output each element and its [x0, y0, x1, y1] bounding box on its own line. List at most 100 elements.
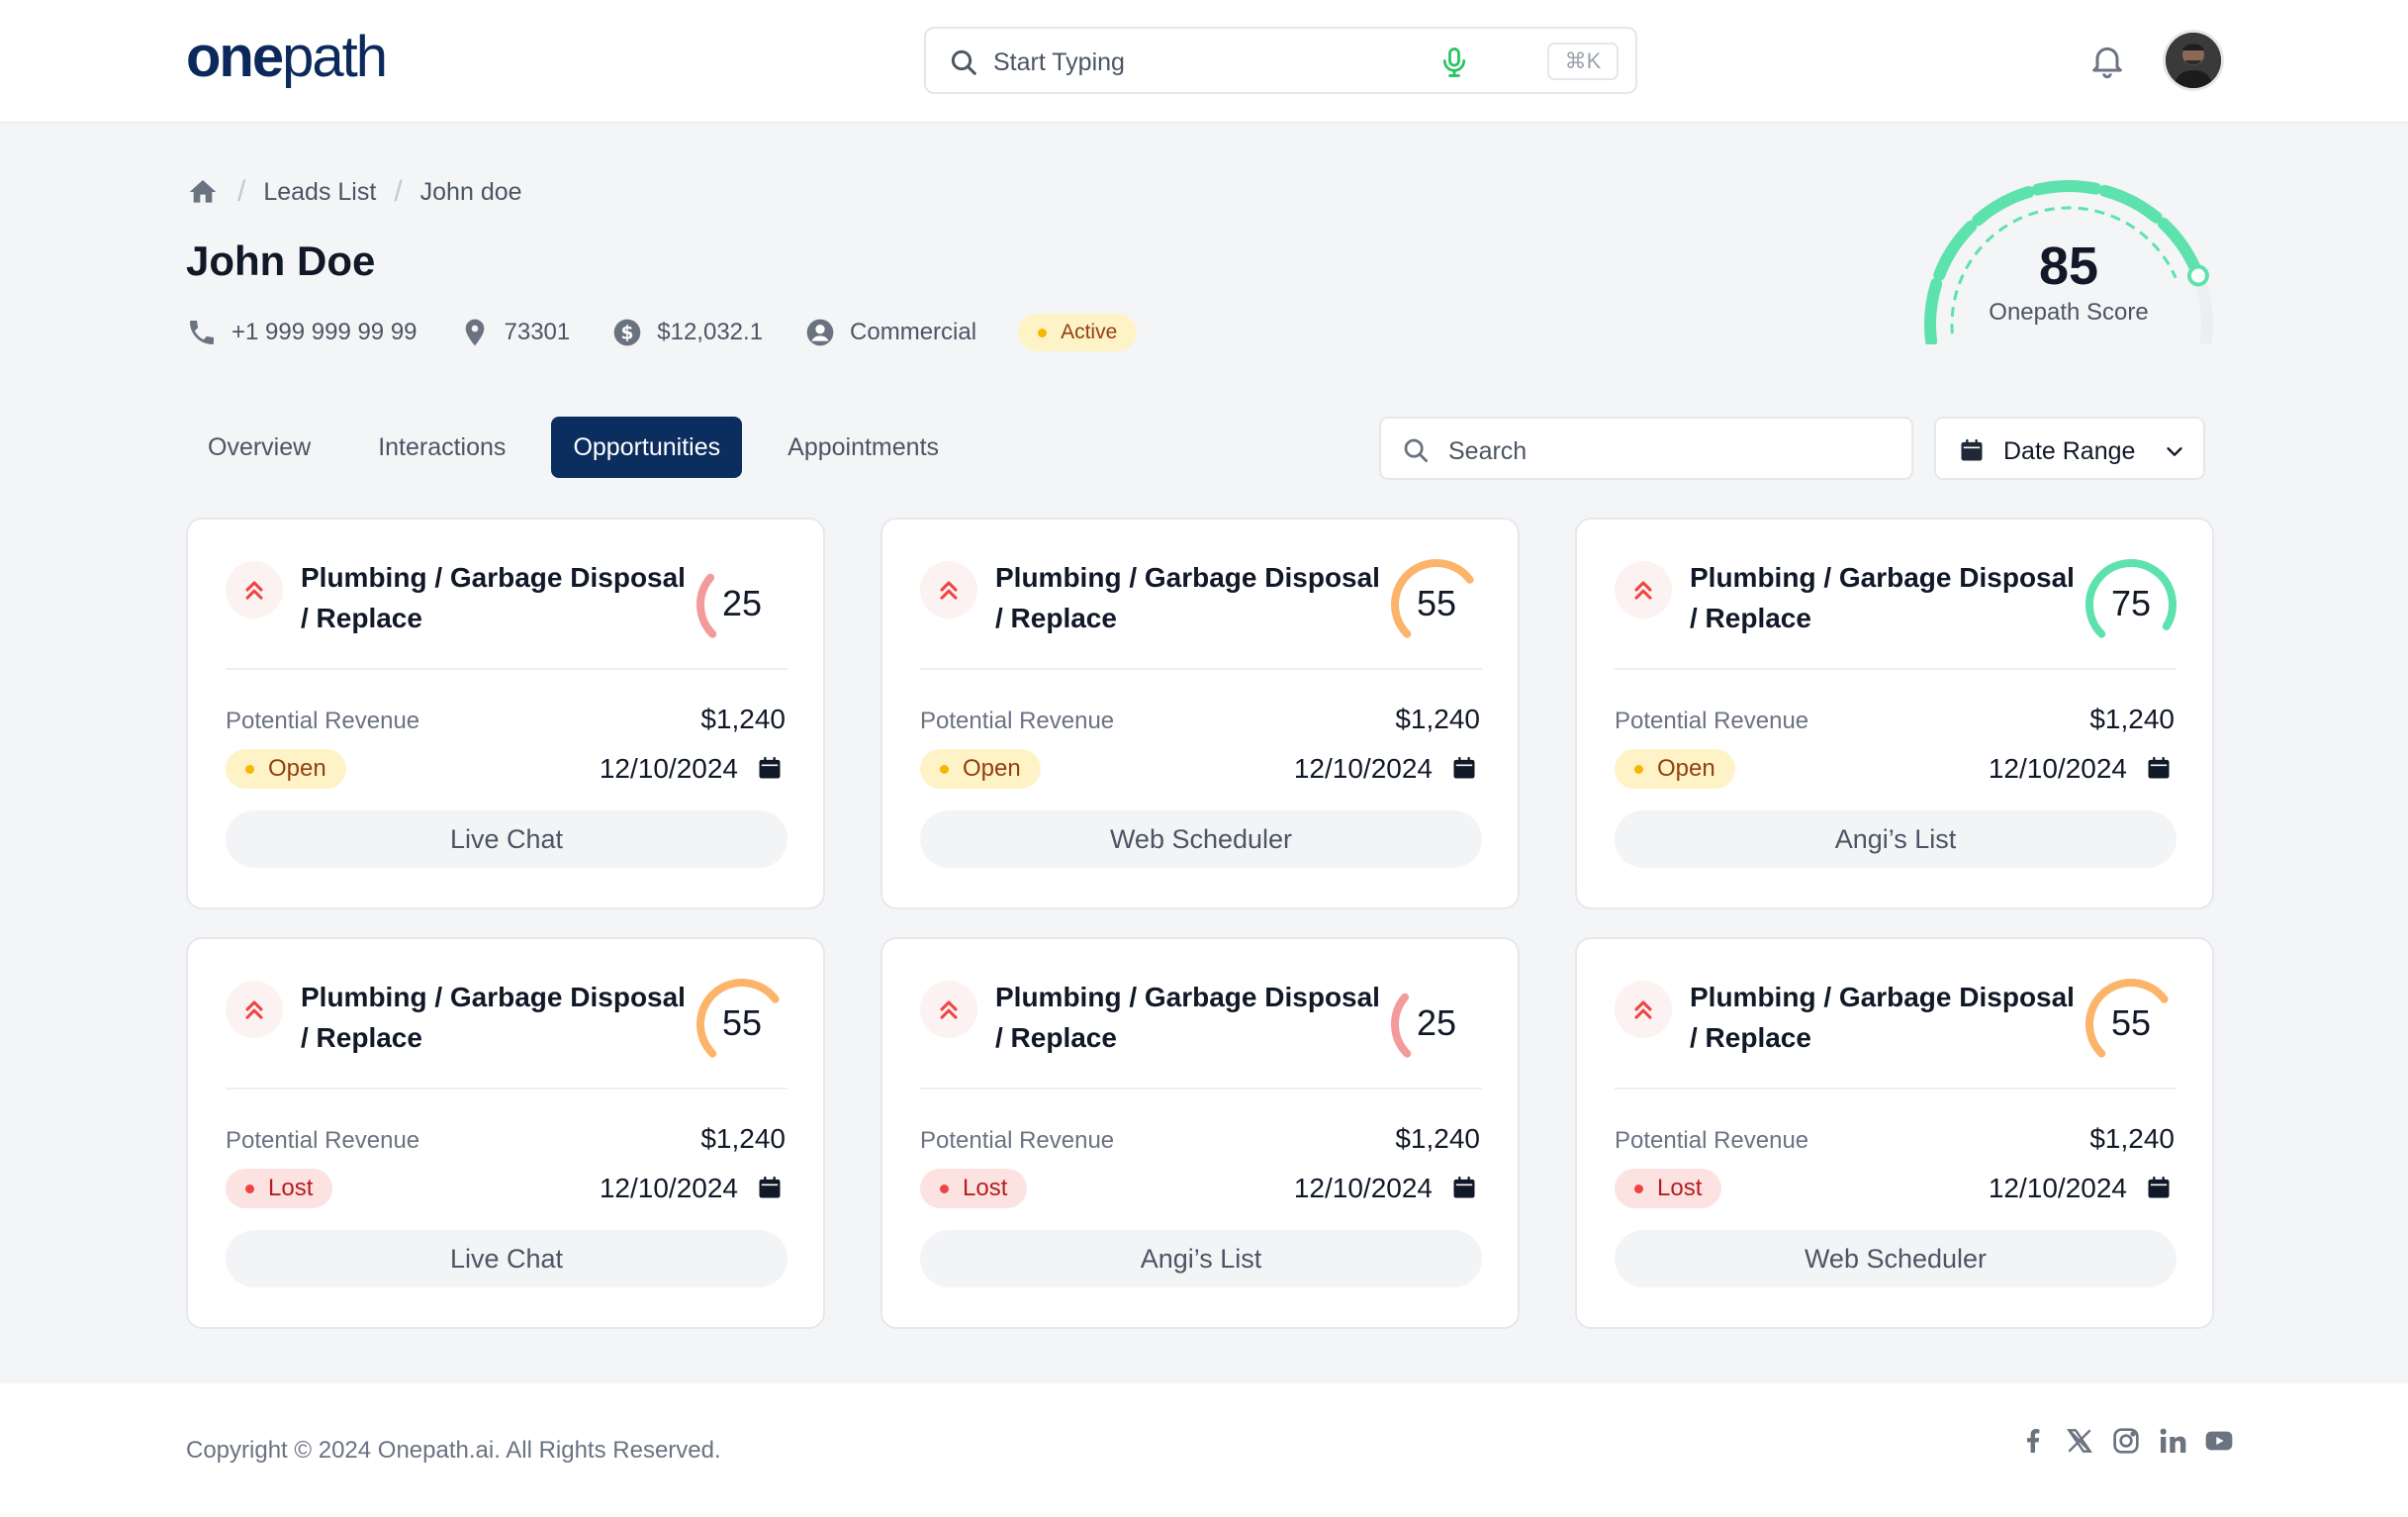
instagram-icon[interactable] — [2110, 1425, 2142, 1457]
opportunity-title: Plumbing / Garbage Disposal / Replace — [301, 562, 686, 633]
priority-high-icon — [245, 1000, 263, 1019]
shortcut-hint: ⌘K — [1547, 43, 1619, 80]
facebook-icon[interactable] — [2017, 1425, 2049, 1457]
tab-interactions[interactable]: Interactions — [356, 417, 527, 478]
user-avatar[interactable] — [2166, 33, 2221, 88]
potential-revenue-label: Potential Revenue — [226, 1127, 420, 1154]
opportunity-card[interactable]: Plumbing / Garbage Disposal / Replace 25… — [880, 937, 1520, 1329]
breadcrumb-separator: / — [237, 175, 246, 208]
opportunity-title: Plumbing / Garbage Disposal / Replace — [995, 982, 1380, 1053]
tab-overview[interactable]: Overview — [186, 417, 332, 478]
tab-appointments[interactable]: Appointments — [766, 417, 961, 478]
x-icon[interactable] — [2064, 1425, 2095, 1457]
logo-text-main: one — [186, 25, 284, 89]
priority-high-icon — [245, 581, 263, 600]
potential-revenue-value: $1,240 — [700, 1123, 786, 1154]
onepath-logo[interactable]: onepath — [186, 24, 388, 90]
opportunity-score-value: 55 — [721, 1002, 763, 1043]
priority-high-icon — [1634, 581, 1652, 600]
opportunity-search-placeholder: Search — [1448, 437, 1528, 465]
microphone-icon[interactable] — [1436, 45, 1472, 80]
card-divider — [920, 668, 1482, 670]
phone-icon — [190, 321, 214, 344]
opportunity-date: 12/10/2024 — [1988, 753, 2127, 784]
opportunity-status-badge: Open — [226, 749, 346, 789]
score-segment — [1972, 186, 2035, 227]
status-dot — [1634, 1184, 1643, 1193]
breadcrumb-current: John doe — [419, 177, 522, 206]
card-divider — [920, 1088, 1482, 1090]
status-dot — [1038, 328, 1048, 337]
lead-phone[interactable]: +1 999 999 99 99 — [186, 317, 417, 348]
potential-revenue-value: $1,240 — [2089, 704, 2175, 734]
priority-badge — [1615, 981, 1672, 1038]
breadcrumb-leads-list[interactable]: Leads List — [263, 178, 376, 207]
opportunity-title: Plumbing / Garbage Disposal / Replace — [301, 982, 686, 1053]
potential-revenue-label: Potential Revenue — [920, 708, 1115, 734]
breadcrumb-separator: / — [394, 175, 403, 208]
priority-badge — [1615, 561, 1672, 618]
opportunity-date: 12/10/2024 — [599, 753, 738, 784]
priority-high-icon — [940, 1000, 958, 1019]
potential-revenue-label: Potential Revenue — [1615, 708, 1809, 734]
opportunity-card[interactable]: Plumbing / Garbage Disposal / Replace 55… — [880, 518, 1520, 909]
opportunity-score-value: 75 — [2110, 583, 2152, 623]
score-segment — [2098, 184, 2163, 224]
card-divider — [226, 1088, 787, 1090]
opportunity-status-text: Lost — [963, 1175, 1008, 1201]
notification-bell-icon[interactable] — [2087, 40, 2127, 81]
potential-revenue-label: Potential Revenue — [226, 708, 420, 734]
status-dot — [245, 764, 254, 774]
calendar-icon — [1961, 438, 1983, 461]
calendar-icon — [759, 756, 781, 779]
opportunity-status-text: Open — [963, 755, 1021, 782]
opportunity-date: 12/10/2024 — [1293, 1173, 1433, 1203]
opportunity-card[interactable]: Plumbing / Garbage Disposal / Replace 55… — [1575, 937, 2214, 1329]
opportunity-source-button[interactable]: Web Scheduler — [920, 810, 1482, 868]
opportunity-source-button[interactable]: Live Chat — [226, 810, 787, 868]
potential-revenue-value: $1,240 — [1395, 704, 1480, 734]
card-divider — [226, 668, 787, 670]
score-segment — [2031, 180, 2102, 196]
logo-text-accent: path — [282, 25, 388, 89]
lead-meta: +1 999 999 99 99 73301 $ $12,032.1 Comme… — [186, 313, 1138, 352]
status-dot — [245, 1184, 254, 1193]
potential-revenue-label: Potential Revenue — [1615, 1127, 1809, 1154]
opportunity-title: Plumbing / Garbage Disposal / Replace — [1690, 562, 2075, 633]
priority-badge — [920, 561, 977, 618]
global-search-input[interactable]: Start Typing ⌘K — [924, 27, 1637, 94]
lead-type-text: Commercial — [850, 319, 977, 345]
home-icon[interactable] — [186, 176, 220, 208]
social-links — [2002, 1425, 2235, 1457]
potential-revenue-label: Potential Revenue — [920, 1127, 1115, 1154]
lead-status-text: Active — [1061, 321, 1118, 343]
youtube-icon[interactable] — [2203, 1425, 2235, 1457]
opportunity-source-button[interactable]: Angi’s List — [920, 1230, 1482, 1287]
breadcrumb: / Leads List / John doe — [186, 174, 522, 210]
opportunity-source-button[interactable]: Web Scheduler — [1615, 1230, 2176, 1287]
linkedin-icon[interactable] — [2157, 1425, 2188, 1457]
opportunity-card[interactable]: Plumbing / Garbage Disposal / Replace 75… — [1575, 518, 2214, 909]
opportunity-card[interactable]: Plumbing / Garbage Disposal / Replace 25… — [186, 518, 825, 909]
lead-type: Commercial — [804, 317, 976, 348]
potential-revenue-value: $1,240 — [1395, 1123, 1480, 1154]
svg-text:$: $ — [621, 324, 634, 344]
opportunity-source-button[interactable]: Angi’s List — [1615, 810, 2176, 868]
calendar-icon — [2148, 756, 2170, 779]
date-range-dropdown[interactable]: Date Range — [1934, 417, 2205, 480]
opportunity-score-value: 55 — [2110, 1002, 2152, 1043]
potential-revenue-value: $1,240 — [700, 704, 786, 734]
card-divider — [1615, 1088, 2176, 1090]
chevron-down-icon — [2167, 447, 2182, 456]
opportunity-search-input[interactable]: Search — [1379, 417, 1913, 480]
lead-zip: 73301 — [459, 317, 570, 348]
opportunity-source-button[interactable]: Live Chat — [226, 1230, 787, 1287]
onepath-score-value: 85 — [2038, 237, 2099, 296]
priority-high-icon — [940, 581, 958, 600]
opportunity-title: Plumbing / Garbage Disposal / Replace — [995, 562, 1380, 633]
opportunity-status-badge: Open — [920, 749, 1041, 789]
opportunity-card[interactable]: Plumbing / Garbage Disposal / Replace 55… — [186, 937, 825, 1329]
tab-opportunities[interactable]: Opportunities — [551, 417, 743, 478]
lead-phone-text: +1 999 999 99 99 — [232, 319, 417, 345]
opportunity-score-value: 25 — [721, 583, 763, 623]
